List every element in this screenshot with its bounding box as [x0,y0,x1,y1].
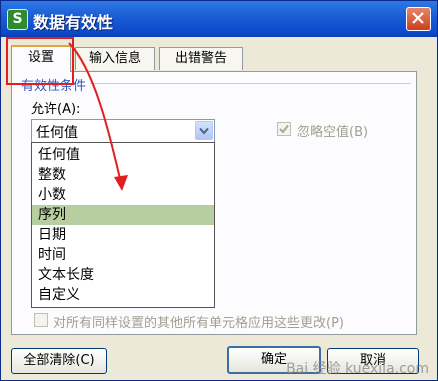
annotation-arrow [68,42,128,191]
watermark: Bai 经验 kuexila.com [286,361,429,377]
data-validation-dialog: S 数据有效性 设置 输入信息 出错警告 有效性条件 允许(A): 任何值 忽略… [0,0,438,381]
